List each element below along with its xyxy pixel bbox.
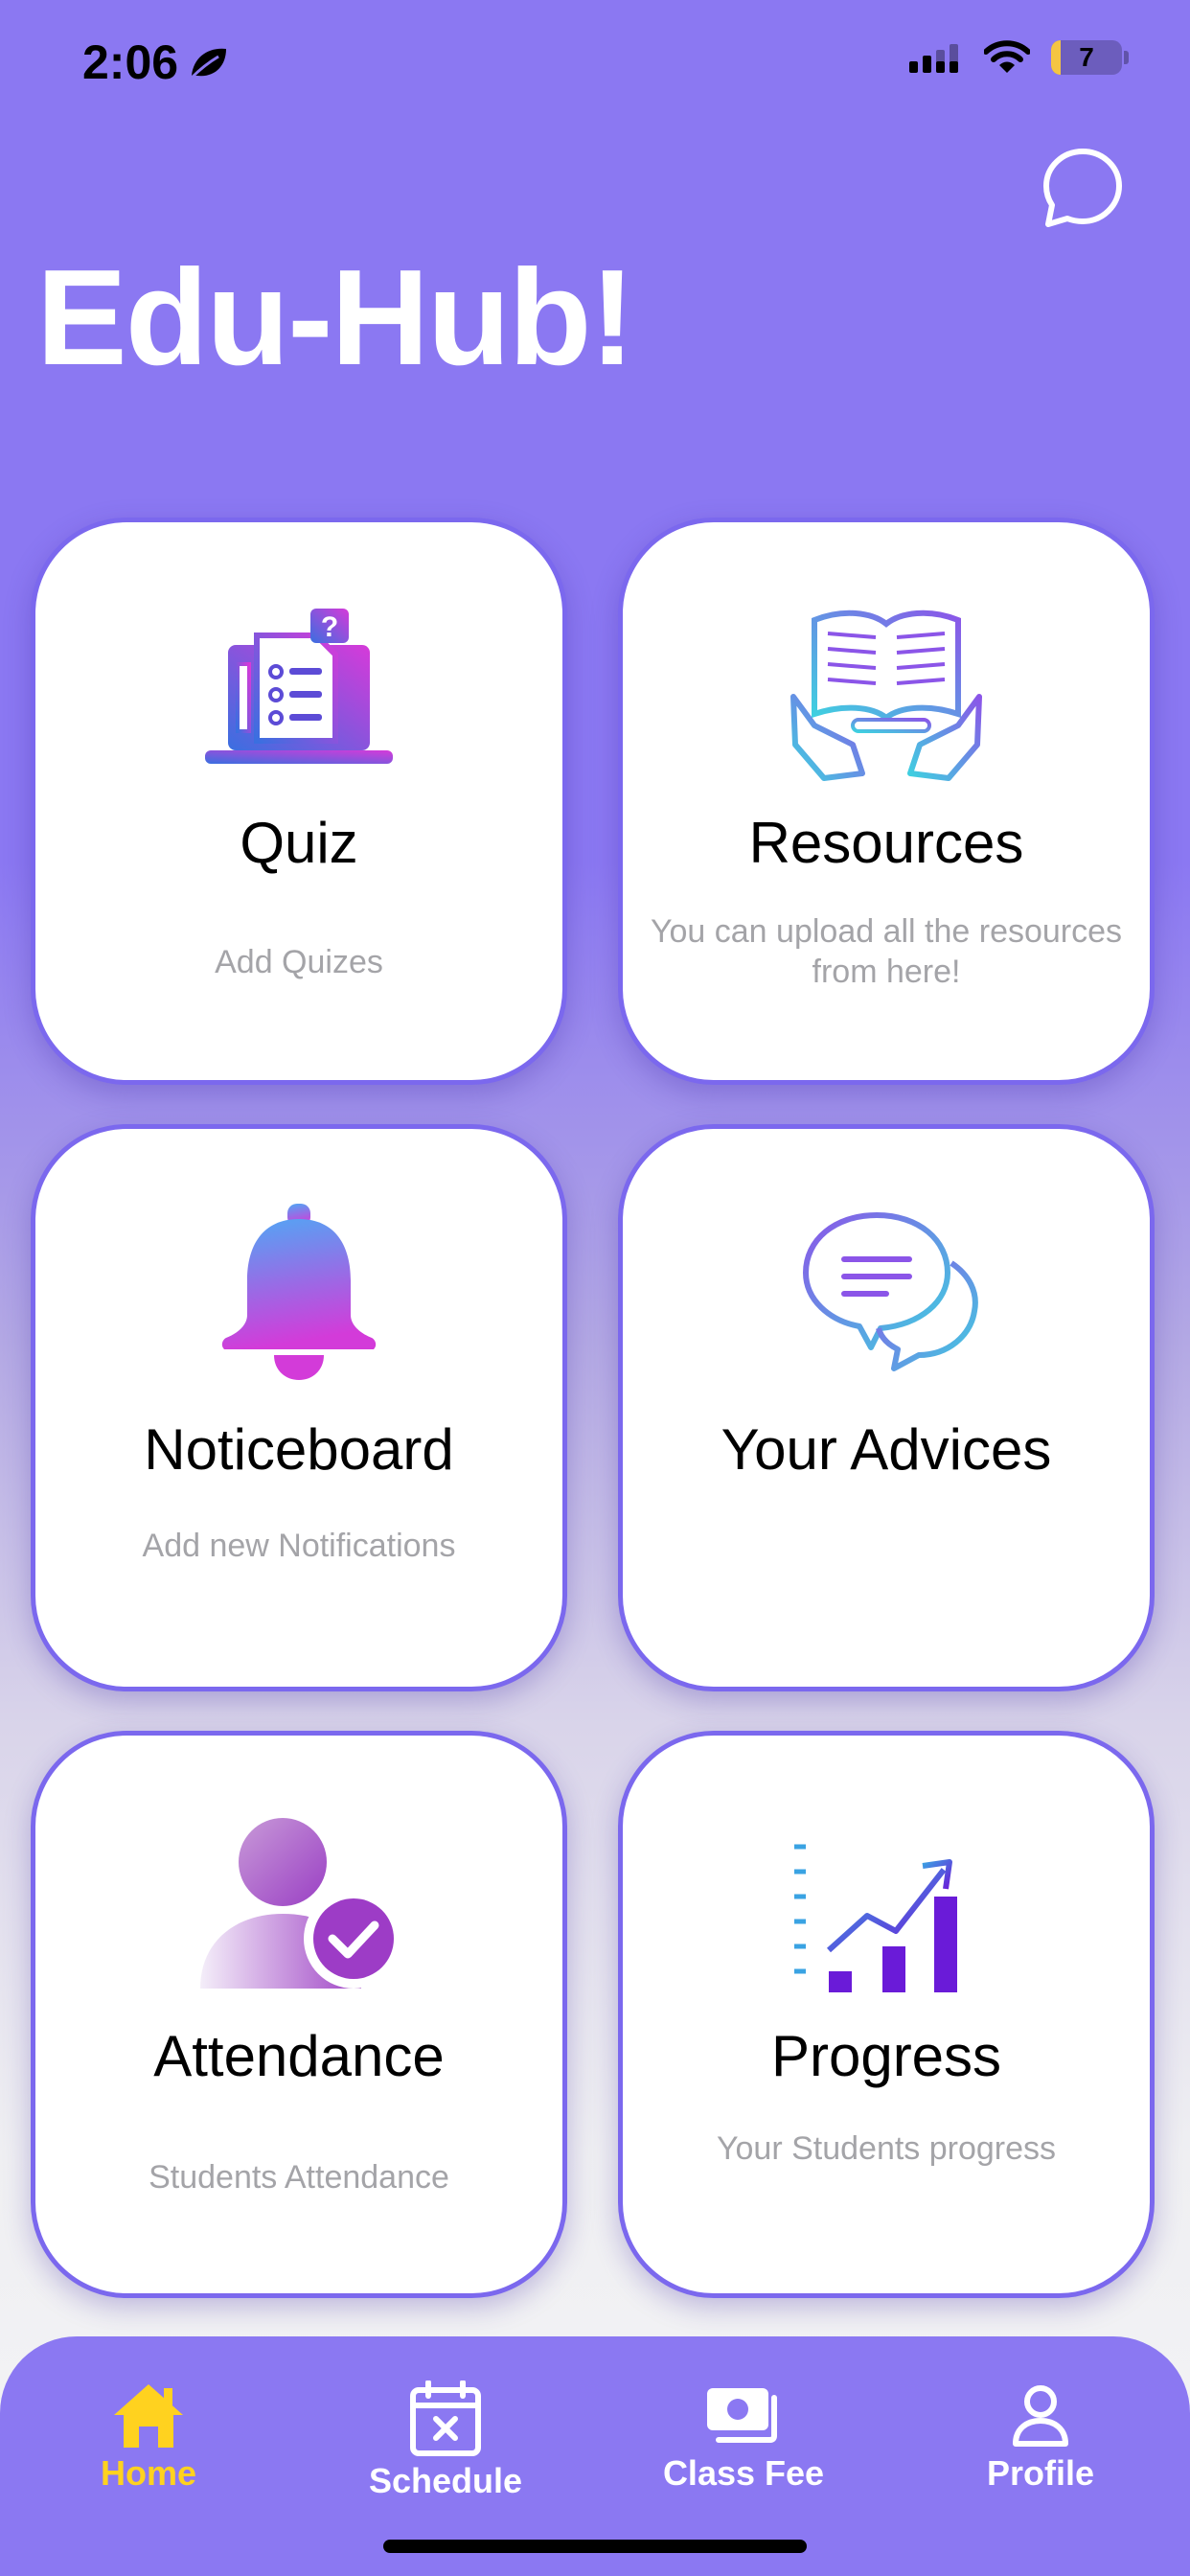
bell-icon [221, 1204, 377, 1380]
chat-button[interactable] [1039, 144, 1127, 232]
svg-text:?: ? [321, 611, 338, 643]
home-indicator[interactable] [383, 2540, 807, 2553]
person-icon [1013, 2385, 1068, 2447]
app-title: Edu-Hub! [36, 242, 635, 394]
person-check-icon [200, 1818, 400, 1989]
nav-schedule[interactable]: Schedule [340, 2380, 551, 2501]
noticeboard-card[interactable]: Noticeboard Add new Notifications [31, 1124, 567, 1691]
nav-profile-label: Profile [986, 2453, 1095, 2493]
battery-cap [1124, 51, 1129, 64]
status-time-text: 2:06 [82, 35, 179, 89]
noticeboard-title: Noticeboard [144, 1417, 454, 1482]
attendance-description: Students Attendance [149, 2159, 449, 2196]
bar-chart-growth-icon [794, 1828, 978, 1997]
progress-description: Your Students progress [716, 2130, 1057, 2167]
resources-description: You can upload all the resources from he… [650, 913, 1123, 990]
open-book-icon [790, 610, 982, 781]
quiz-card[interactable]: ? Quiz Add Quizes [31, 518, 567, 1085]
nav-profile[interactable]: Profile [935, 2380, 1146, 2494]
cash-icon [707, 2388, 777, 2443]
advices-card[interactable]: Your Advices [618, 1124, 1155, 1691]
battery-level-text: 7 [1079, 42, 1094, 72]
resources-title: Resources [748, 811, 1024, 875]
wifi-icon [984, 40, 1030, 73]
attendance-card[interactable]: Attendance Students Attendance [31, 1731, 567, 2298]
status-time: 2:06 [82, 34, 230, 90]
progress-card[interactable]: Progress Your Students progress [618, 1731, 1155, 2298]
attendance-title: Attendance [153, 2024, 445, 2088]
battery-indicator: 7 [1051, 40, 1122, 75]
noticeboard-description: Add new Notifications [142, 1528, 456, 1564]
resources-card[interactable]: Resources You can upload all the resourc… [618, 518, 1155, 1085]
calendar-x-icon [410, 2380, 481, 2456]
home-icon [114, 2384, 183, 2448]
quiz-title: Quiz [240, 811, 358, 875]
nav-class-fee[interactable]: Class Fee [638, 2380, 849, 2494]
leaf-icon [191, 48, 227, 80]
speech-bubbles-icon [803, 1212, 978, 1371]
home-screen: 2:06 7 Edu-Hub! ? Quiz Add Quizes Resour… [0, 0, 1190, 2576]
quiz-laptop-icon: ? [205, 609, 393, 764]
nav-schedule-label: Schedule [368, 2461, 523, 2500]
nav-home-label: Home [100, 2453, 197, 2493]
status-icons: 7 [909, 40, 1129, 75]
nav-home[interactable]: Home [43, 2380, 254, 2494]
nav-class-fee-label: Class Fee [662, 2453, 825, 2493]
advices-title: Your Advices [721, 1417, 1052, 1482]
quiz-description: Add Quizes [215, 944, 383, 980]
progress-title: Progress [770, 2024, 1002, 2088]
cellular-signal-icon [909, 44, 958, 73]
chat-bubble-icon [1043, 149, 1122, 227]
